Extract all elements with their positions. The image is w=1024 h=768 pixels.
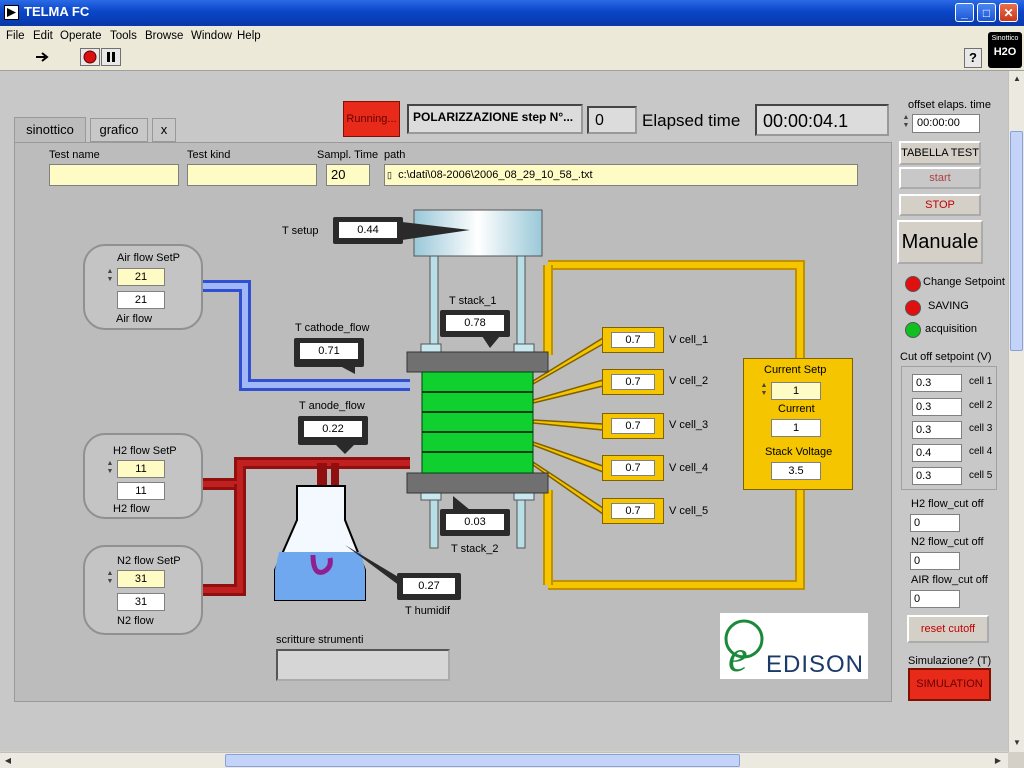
- current-setp-label: Current Setp: [764, 364, 827, 376]
- stack-voltage-label: Stack Voltage: [765, 446, 833, 458]
- h2-flow-label: H2 flow: [113, 503, 150, 515]
- v-cell-5-label: V cell_5: [669, 505, 709, 517]
- scroll-right-arrow-icon[interactable]: ▶: [990, 753, 1006, 768]
- cutoff-title: Cut off setpoint (V): [900, 351, 992, 363]
- cutoff-cell-3[interactable]: 0.3: [912, 421, 962, 439]
- t-stack-2-label: T stack_2: [451, 543, 499, 555]
- scroll-left-arrow-icon[interactable]: ◀: [0, 753, 16, 768]
- v-cell-3-label: V cell_3: [669, 419, 709, 431]
- t-stack-2-display: 0.03: [440, 509, 510, 536]
- air-setp-field[interactable]: 21: [117, 268, 165, 286]
- process-diagram: [203, 209, 805, 601]
- edison-logo-text: EDISON: [766, 651, 865, 678]
- air-flow-value: 21: [117, 291, 165, 309]
- cutoff-cell-3-label: cell 3: [969, 423, 993, 434]
- scroll-up-arrow-icon[interactable]: ▲: [1010, 71, 1024, 87]
- current-setp-field[interactable]: 1: [771, 382, 821, 400]
- air-cut-field[interactable]: 0: [910, 590, 960, 608]
- simulation-button[interactable]: SIMULATION: [908, 668, 991, 701]
- v-cell-4-label: V cell_4: [669, 462, 709, 474]
- t-humidif-display: 0.27: [397, 573, 461, 600]
- air-cut-label: AIR flow_cut off: [911, 574, 988, 586]
- cutoff-cell-1[interactable]: 0.3: [912, 374, 962, 392]
- n2-flow-value: 31: [117, 593, 165, 611]
- start-button[interactable]: start: [899, 167, 981, 189]
- svg-text:e: e: [728, 632, 748, 677]
- tabella-test-button[interactable]: TABELLA TEST: [899, 141, 981, 165]
- vertical-scroll-thumb[interactable]: [1010, 131, 1023, 351]
- manuale-button[interactable]: Manuale: [897, 220, 983, 264]
- h2-cut-label: H2 flow_cut off: [911, 498, 984, 510]
- air-setp-spinner[interactable]: ▲ ▼: [105, 268, 115, 286]
- vertical-scrollbar[interactable]: ▲ ▼: [1008, 71, 1024, 752]
- cutoff-cell-1-label: cell 1: [969, 376, 993, 387]
- t-anode-label: T anode_flow: [299, 400, 365, 412]
- acquisition-label: acquisition: [925, 323, 977, 335]
- v-cell-2: 0.7: [602, 369, 664, 395]
- t-anode-display: 0.22: [298, 416, 368, 445]
- air-flow-label: Air flow: [116, 313, 153, 325]
- h2-flow-value: 11: [117, 482, 165, 500]
- reset-cutoff-button[interactable]: reset cutoff: [907, 615, 989, 643]
- stop-button[interactable]: STOP: [899, 194, 981, 216]
- current-setp-spinner[interactable]: ▲ ▼: [759, 382, 769, 400]
- t-setup-label: T setup: [282, 225, 319, 237]
- scroll-down-arrow-icon[interactable]: ▼: [1010, 735, 1024, 751]
- change-setpoint-label: Change Setpoint: [923, 276, 1005, 288]
- current-label: Current: [778, 403, 815, 415]
- saving-label: SAVING: [928, 300, 969, 312]
- t-setup-display: 0.44: [333, 217, 403, 244]
- v-cell-3: 0.7: [602, 413, 664, 439]
- cutoff-cell-5[interactable]: 0.3: [912, 467, 962, 485]
- edison-logo: e EDISON: [720, 613, 868, 679]
- t-cathode-display: 0.71: [294, 338, 364, 367]
- t-stack-1-display: 0.78: [440, 310, 510, 337]
- v-cell-5: 0.7: [602, 498, 664, 524]
- n2-setp-label: N2 flow SetP: [117, 555, 181, 567]
- n2-cut-label: N2 flow_cut off: [911, 536, 984, 548]
- h2-cut-field[interactable]: 0: [910, 514, 960, 532]
- h2-setp-field[interactable]: 11: [117, 460, 165, 478]
- air-setp-label: Air flow SetP: [117, 252, 180, 264]
- n2-setp-field[interactable]: 31: [117, 570, 165, 588]
- current-value: 1: [771, 419, 821, 437]
- cutoff-cell-2[interactable]: 0.3: [912, 398, 962, 416]
- h2-setp-spinner[interactable]: ▲ ▼: [105, 460, 115, 478]
- v-cell-1: 0.7: [602, 327, 664, 353]
- cutoff-cell-5-label: cell 5: [969, 470, 993, 481]
- scritture-label: scritture strumenti: [276, 634, 364, 646]
- n2-cut-field[interactable]: 0: [910, 552, 960, 570]
- t-stack-1-label: T stack_1: [449, 295, 497, 307]
- cutoff-cell-4[interactable]: 0.4: [912, 444, 962, 462]
- saving-led: [905, 300, 921, 316]
- t-humidif-label: T humidif: [405, 605, 451, 617]
- n2-setp-spinner[interactable]: ▲ ▼: [105, 570, 115, 588]
- acquisition-led: [905, 322, 921, 338]
- horizontal-scroll-thumb[interactable]: [225, 754, 740, 767]
- horizontal-scrollbar[interactable]: ◀ ▶: [0, 752, 1008, 768]
- edison-logo-mark: e: [724, 619, 764, 677]
- v-cell-1-label: V cell_1: [669, 334, 709, 346]
- v-cell-4: 0.7: [602, 455, 664, 481]
- scritture-field: [276, 649, 450, 681]
- v-cell-2-label: V cell_2: [669, 375, 709, 387]
- change-setpoint-led: [905, 276, 921, 292]
- n2-flow-label: N2 flow: [117, 615, 154, 627]
- cutoff-cell-4-label: cell 4: [969, 446, 993, 457]
- simulation-label: Simulazione? (T): [908, 655, 992, 667]
- cutoff-cell-2-label: cell 2: [969, 400, 993, 411]
- stack-voltage-value: 3.5: [771, 462, 821, 480]
- t-cathode-label: T cathode_flow: [295, 322, 370, 334]
- h2-setp-label: H2 flow SetP: [113, 445, 177, 457]
